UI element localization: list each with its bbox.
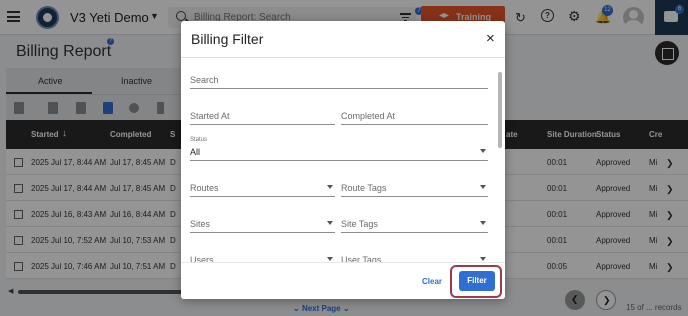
- status-select[interactable]: All: [190, 144, 488, 161]
- chevron-down-icon: [480, 185, 486, 189]
- routes-select[interactable]: Routes: [190, 180, 335, 197]
- filter-button[interactable]: Filter: [459, 271, 495, 291]
- started-at-label: Started At: [190, 111, 230, 121]
- started-at-field[interactable]: Started At: [190, 108, 335, 125]
- status-value: All: [190, 147, 201, 157]
- search-field-label: Search: [190, 75, 219, 85]
- chevron-down-icon: [327, 257, 333, 261]
- sites-label: Sites: [190, 219, 211, 229]
- chevron-down-icon: [480, 149, 486, 153]
- site-tags-select[interactable]: Site Tags: [341, 216, 488, 233]
- chevron-down-icon: [480, 257, 486, 261]
- dialog-title: Billing Filter: [191, 31, 264, 47]
- divider: [181, 57, 505, 58]
- scrollbar-thumb[interactable]: [498, 72, 502, 148]
- search-field[interactable]: Search: [190, 72, 488, 89]
- routes-label: Routes: [190, 183, 219, 193]
- sites-select[interactable]: Sites: [190, 216, 335, 233]
- route-tags-select[interactable]: Route Tags: [341, 180, 488, 197]
- chevron-down-icon: [327, 221, 333, 225]
- close-icon[interactable]: ×: [486, 30, 495, 47]
- site-tags-label: Site Tags: [341, 219, 378, 229]
- route-tags-label: Route Tags: [341, 183, 387, 193]
- completed-at-label: Completed At: [341, 111, 396, 121]
- clear-button[interactable]: Clear: [422, 277, 442, 286]
- chevron-down-icon: [480, 221, 486, 225]
- billing-filter-dialog: Billing Filter × Search Started At Compl…: [181, 21, 505, 299]
- status-label: Status: [190, 137, 208, 143]
- chevron-down-icon: [327, 185, 333, 189]
- dialog-scrollbar[interactable]: [498, 66, 502, 256]
- completed-at-field[interactable]: Completed At: [341, 108, 488, 125]
- divider: [181, 262, 505, 263]
